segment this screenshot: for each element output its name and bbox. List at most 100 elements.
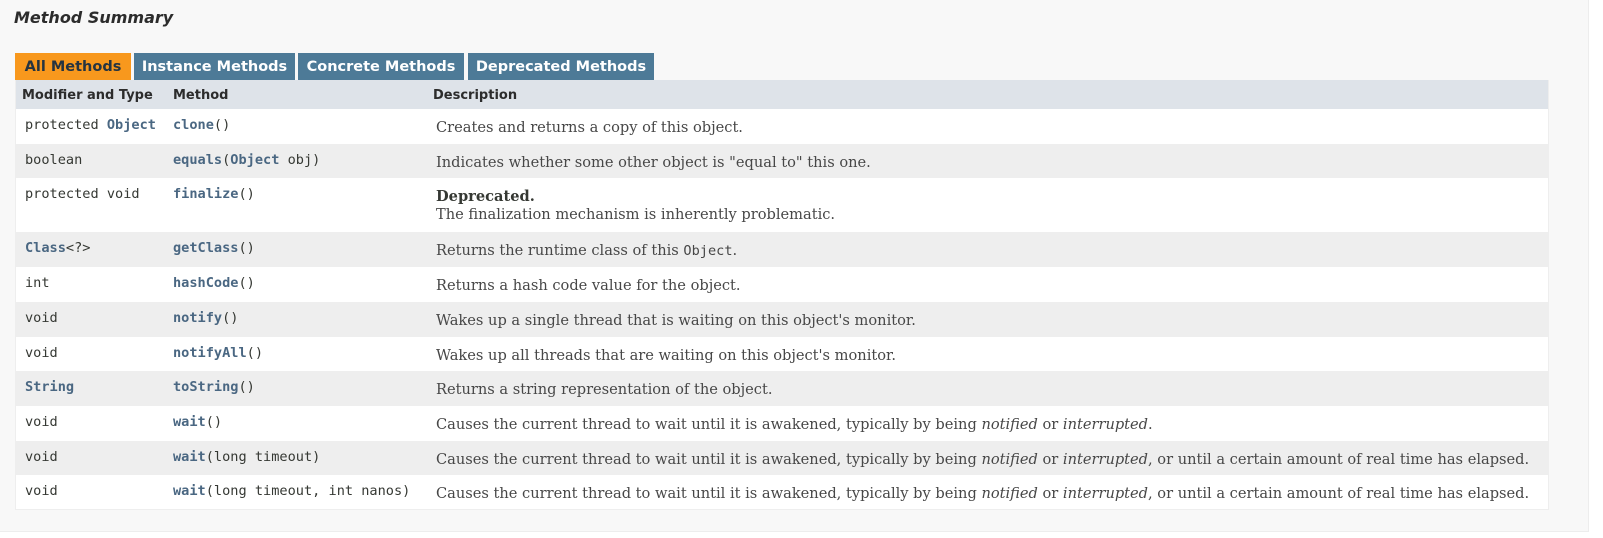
type-link[interactable]: Object — [107, 117, 156, 133]
table-row: void notifyAll() Wakes up all threads th… — [16, 337, 1548, 371]
method-link[interactable]: equals — [173, 152, 222, 168]
modifier-cell: int — [25, 275, 50, 291]
description-text: . — [1148, 416, 1153, 433]
method-cell: notifyAll() — [173, 345, 263, 361]
tab-concrete-methods[interactable]: Concrete Methods — [298, 53, 464, 80]
method-cell: wait(long timeout) — [173, 449, 320, 465]
method-link[interactable]: wait — [173, 449, 206, 465]
table-header: Modifier and Type Method Description — [16, 80, 1548, 109]
method-cell: getClass() — [173, 240, 255, 256]
method-cell: notify() — [173, 310, 238, 326]
description-cell: Creates and returns a copy of this objec… — [436, 119, 743, 136]
tab-all-methods[interactable]: All Methods — [15, 53, 131, 80]
description-emphasis: notified — [981, 416, 1038, 433]
description-emphasis: notified — [981, 451, 1038, 468]
tab-instance-methods[interactable]: Instance Methods — [134, 53, 295, 80]
modifier-cell: boolean — [25, 152, 83, 168]
method-params: () — [238, 379, 255, 395]
description-emphasis: notified — [981, 485, 1038, 502]
description-text: Causes the current thread to wait until … — [436, 485, 982, 502]
description-cell: Causes the current thread to wait until … — [436, 451, 1529, 469]
deprecation-comment: The finalization mechanism is inherently… — [436, 206, 836, 223]
description-code: Object — [683, 243, 733, 259]
method-link[interactable]: clone — [173, 117, 214, 133]
method-cell: wait(long timeout, int nanos) — [173, 483, 410, 499]
description-text: or — [1037, 451, 1063, 468]
method-link[interactable]: notify — [173, 310, 222, 326]
method-link[interactable]: notifyAll — [173, 345, 247, 361]
table-row: void wait() Causes the current thread to… — [16, 406, 1548, 441]
method-params: () — [238, 275, 255, 291]
modifier-cell: void — [25, 483, 58, 499]
method-link[interactable]: wait — [173, 483, 206, 499]
description-text: . — [732, 242, 738, 259]
table-row: String toString() Returns a string repre… — [16, 371, 1548, 406]
table-row: int hashCode() Returns a hash code value… — [16, 267, 1548, 302]
modifier-cell: protected void — [25, 186, 140, 202]
description-text: Returns the runtime class of this — [436, 242, 684, 259]
description-cell: Causes the current thread to wait until … — [436, 485, 1529, 503]
description-text: Causes the current thread to wait until … — [436, 416, 982, 433]
table-row: protected void finalize() Deprecated. The… — [16, 178, 1548, 232]
method-params-rest: obj) — [279, 152, 321, 168]
method-params: () — [246, 345, 264, 361]
method-cell: equals(Object obj) — [173, 152, 320, 168]
method-params: () — [222, 310, 239, 326]
tab-deprecated-methods[interactable]: Deprecated Methods — [468, 53, 654, 80]
method-params: (long timeout, int nanos) — [205, 483, 411, 499]
description-cell: Indicates whether some other object is "… — [436, 154, 871, 171]
modifier-cell: Class<?> — [25, 240, 90, 256]
table-row: void wait(long timeout, int nanos) Cause… — [16, 475, 1548, 509]
modifier-cell: void — [25, 449, 58, 465]
header-description: Description — [433, 88, 518, 103]
deprecated-label: Deprecated. — [436, 188, 535, 205]
method-params: () — [205, 414, 223, 430]
method-summary-panel: Method Summary All Methods Instance Meth… — [0, 0, 1589, 532]
type-link[interactable]: Class — [25, 240, 66, 256]
type-link[interactable]: String — [25, 379, 74, 395]
modifier-text: protected — [25, 117, 107, 133]
method-cell: finalize() — [173, 186, 255, 202]
method-link[interactable]: finalize — [173, 186, 238, 202]
description-cell: Wakes up a single thread that is waiting… — [436, 312, 916, 329]
modifier-suffix: <?> — [65, 240, 91, 256]
description-cell: Deprecated. The finalization mechanism is… — [436, 188, 835, 224]
method-params: (long timeout) — [205, 449, 321, 465]
table-row: void notify() Wakes up a single thread t… — [16, 302, 1548, 337]
header-method: Method — [173, 88, 229, 103]
method-cell: clone() — [173, 117, 230, 133]
table-row: void wait(long timeout) Causes the curre… — [16, 441, 1548, 475]
method-link[interactable]: getClass — [173, 240, 238, 256]
method-params: () — [213, 117, 231, 133]
method-cell: hashCode() — [173, 275, 255, 291]
modifier-cell: protected Object — [25, 117, 156, 133]
modifier-cell: void — [25, 414, 58, 430]
description-emphasis: interrupted — [1062, 485, 1149, 502]
description-cell: Returns a string representation of the o… — [436, 381, 773, 398]
method-cell: toString() — [173, 379, 255, 395]
modifier-cell: void — [25, 345, 58, 361]
table-row: Class<?> getClass() Returns the runtime … — [16, 232, 1548, 267]
description-text: or — [1037, 485, 1063, 502]
method-link[interactable]: toString — [173, 379, 238, 395]
description-text: or — [1037, 416, 1063, 433]
description-emphasis: interrupted — [1062, 451, 1149, 468]
modifier-cell: String — [25, 379, 74, 395]
method-summary-table: Modifier and Type Method Description pro… — [15, 80, 1549, 510]
method-link[interactable]: hashCode — [173, 275, 238, 291]
method-link[interactable]: wait — [173, 414, 206, 430]
table-row: protected Object clone() Creates and ret… — [16, 109, 1548, 144]
param-type-link[interactable]: Object — [230, 152, 279, 168]
description-text: , or until a certain amount of real time… — [1148, 485, 1530, 502]
table-row: boolean equals(Object obj) Indicates whe… — [16, 144, 1548, 178]
description-cell: Returns the runtime class of this Object… — [436, 242, 737, 260]
description-cell: Returns a hash code value for the object… — [436, 277, 741, 294]
description-text: Causes the current thread to wait until … — [436, 451, 982, 468]
method-cell: wait() — [173, 414, 222, 430]
description-cell: Wakes up all threads that are waiting on… — [436, 347, 897, 364]
description-text: , or until a certain amount of real time… — [1148, 451, 1530, 468]
description-cell: Causes the current thread to wait until … — [436, 416, 1153, 434]
header-modifier-and-type: Modifier and Type — [22, 88, 153, 103]
method-params: () — [238, 186, 255, 202]
section-title: Method Summary — [14, 8, 174, 27]
